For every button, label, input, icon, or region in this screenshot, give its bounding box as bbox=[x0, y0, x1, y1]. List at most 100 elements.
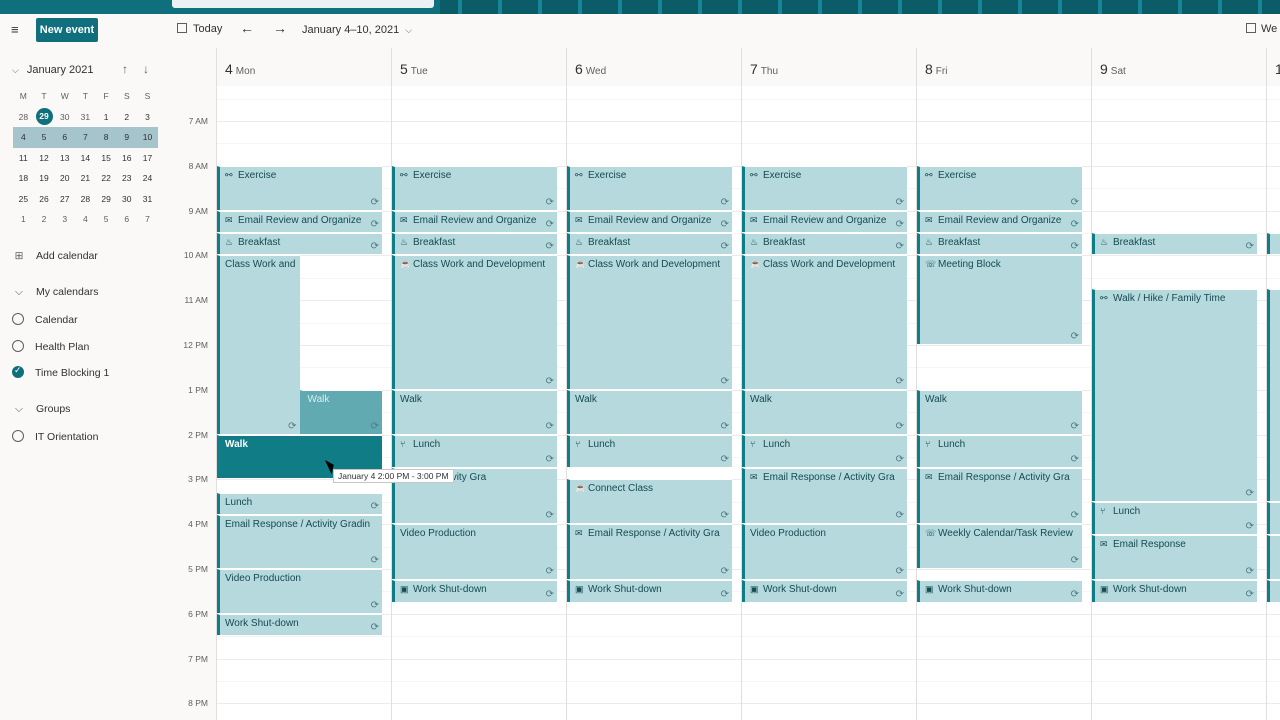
day-header[interactable]: 6 Wed bbox=[566, 48, 741, 86]
hamburger-menu-icon[interactable]: ≡ bbox=[11, 23, 23, 36]
event-email-review[interactable]: ✉ Email Review and Organize ⟳ bbox=[567, 210, 732, 232]
mini-calendar-next-icon[interactable]: ↓ bbox=[143, 62, 149, 76]
event-class-work[interactable]: ☕ Class Work and Development ⟳ bbox=[392, 255, 557, 389]
calendar-toggle-icon[interactable] bbox=[12, 313, 24, 325]
event-email-response[interactable]: ✉ Email Response / Activity Gra ⟳ bbox=[567, 524, 732, 580]
new-event-button[interactable]: New event bbox=[36, 18, 98, 42]
mini-calendar-day[interactable]: 8 bbox=[96, 132, 117, 142]
event-breakfast[interactable]: ♨ Breakfast ⟳ bbox=[217, 233, 382, 255]
mini-calendar-day[interactable]: 28 bbox=[13, 112, 34, 122]
mini-calendar-day[interactable]: 27 bbox=[54, 194, 75, 204]
mini-calendar-day[interactable]: 3 bbox=[137, 112, 158, 122]
previous-week-button[interactable]: ← bbox=[240, 20, 254, 36]
event-exercise[interactable]: ⚯ Exercise ⟳ bbox=[217, 165, 382, 210]
event-walk[interactable]: Walk ⟳ bbox=[299, 389, 382, 434]
event-block[interactable]: ⟳ bbox=[1267, 233, 1280, 255]
day-header[interactable]: 10 bbox=[1266, 48, 1280, 86]
day-header[interactable]: 8 Fri bbox=[916, 48, 1091, 86]
mini-calendar-day[interactable]: 30 bbox=[116, 194, 137, 204]
mini-calendar-day[interactable]: 31 bbox=[75, 112, 96, 122]
event-work-shutdown[interactable]: Work Shut-down ⟳ bbox=[217, 613, 382, 636]
event-work-shutdown[interactable]: ▣ Work Shut-down ⟳ bbox=[1092, 580, 1257, 602]
event-breakfast[interactable]: ♨ Breakfast ⟳ bbox=[567, 233, 732, 255]
event-video-production[interactable]: Video Production ⟳ bbox=[392, 524, 557, 580]
mini-calendar-day[interactable]: 11 bbox=[13, 153, 34, 163]
group-item-it-orientation[interactable]: IT Orientation bbox=[12, 430, 98, 443]
mini-calendar-day[interactable]: 28 bbox=[75, 194, 96, 204]
event-email-response[interactable]: ✉ Email Response / Activity Gra ⟳ bbox=[742, 468, 907, 524]
event-exercise[interactable]: ⚯ Exercise ⟳ bbox=[917, 165, 1082, 210]
event-walk[interactable]: Walk ⟳ bbox=[917, 389, 1082, 434]
my-calendars-toggle[interactable]: ⌵ My calendars bbox=[12, 286, 98, 299]
event-video-production[interactable]: Video Production ⟳ bbox=[742, 524, 907, 580]
event-class-work[interactable]: ☕ Class Work and Development ⟳ bbox=[567, 255, 732, 389]
chevron-down-icon[interactable]: ⌵ bbox=[12, 65, 19, 75]
mini-calendar-day[interactable]: 1 bbox=[96, 112, 117, 122]
mini-calendar-day[interactable]: 4 bbox=[13, 132, 34, 142]
mini-calendar-day[interactable]: 1 bbox=[13, 214, 34, 224]
event-work-shutdown[interactable]: ▣ Work Shut-down ⟳ bbox=[567, 580, 732, 602]
mini-calendar-day[interactable]: 6 bbox=[54, 132, 75, 142]
event-email-review[interactable]: ✉ Email Review and Organize ⟳ bbox=[917, 210, 1082, 232]
mini-calendar-day[interactable]: 25 bbox=[13, 194, 34, 204]
event-lunch[interactable]: ⑂ Lunch ⟳ bbox=[917, 434, 1082, 468]
mini-calendar-day[interactable]: 17 bbox=[137, 153, 158, 163]
mini-calendar-day[interactable]: 29 bbox=[34, 108, 55, 126]
event-work-shutdown[interactable]: ▣ Work Shut-down ⟳ bbox=[742, 580, 907, 602]
day-header[interactable]: 5 Tue bbox=[391, 48, 566, 86]
mini-calendar-prev-icon[interactable]: ↑ bbox=[122, 62, 128, 76]
event-block[interactable]: ⟳ bbox=[1267, 289, 1280, 501]
mini-calendar-day[interactable]: 12 bbox=[34, 153, 55, 163]
mini-calendar-day[interactable]: 14 bbox=[75, 153, 96, 163]
mini-calendar-day[interactable]: 24 bbox=[137, 173, 158, 183]
event-walk[interactable]: Walk ⟳ bbox=[742, 389, 907, 434]
event-lunch[interactable]: Lunch ⟳ bbox=[217, 492, 382, 515]
mini-calendar-day[interactable]: 13 bbox=[54, 153, 75, 163]
mini-calendar-day[interactable]: 18 bbox=[13, 173, 34, 183]
add-calendar-button[interactable]: ⊞ Add calendar bbox=[12, 250, 98, 262]
today-button[interactable]: Today bbox=[177, 23, 222, 35]
mini-calendar-day[interactable]: 2 bbox=[116, 112, 137, 122]
mini-calendar-day[interactable]: 21 bbox=[75, 173, 96, 183]
event-exercise[interactable]: ⚯ Exercise ⟳ bbox=[392, 165, 557, 210]
mini-calendar-day[interactable]: 26 bbox=[34, 194, 55, 204]
mini-calendar-day[interactable]: 9 bbox=[116, 132, 137, 142]
event-walk[interactable]: Walk ⟳ bbox=[392, 389, 557, 434]
group-toggle-icon[interactable] bbox=[12, 430, 24, 442]
mini-calendar-day[interactable]: 22 bbox=[96, 173, 117, 183]
groups-toggle[interactable]: ⌵ Groups bbox=[12, 403, 70, 416]
mini-calendar-day[interactable]: 5 bbox=[34, 132, 55, 142]
event-email-review[interactable]: ✉ Email Review and Organize ⟳ bbox=[742, 210, 907, 232]
calendar-item-health-plan[interactable]: Health Plan bbox=[12, 340, 89, 353]
calendar-item-time-blocking[interactable]: Time Blocking 1 bbox=[12, 365, 109, 379]
event-lunch[interactable]: ⑂ Lunch ⟳ bbox=[1092, 501, 1257, 535]
event-work-shutdown[interactable]: ▣ Work Shut-down ⟳ bbox=[392, 580, 557, 602]
mini-calendar-day[interactable]: 2 bbox=[34, 214, 55, 224]
event-meeting-block[interactable]: ☏ Meeting Block ⟳ bbox=[917, 255, 1082, 344]
event-exercise[interactable]: ⚯ Exercise ⟳ bbox=[567, 165, 732, 210]
mini-calendar-day[interactable]: 31 bbox=[137, 194, 158, 204]
event-connect-class[interactable]: ☕ Connect Class ⟳ bbox=[567, 479, 732, 524]
mini-calendar-day[interactable]: 15 bbox=[96, 153, 117, 163]
checkmark-icon[interactable] bbox=[12, 365, 24, 378]
event-work-shutdown[interactable]: ▣ Work Shut-down ⟳ bbox=[917, 580, 1082, 602]
search-box[interactable] bbox=[172, 0, 434, 8]
mini-calendar-day[interactable]: 19 bbox=[34, 173, 55, 183]
mini-calendar-day[interactable]: 7 bbox=[75, 132, 96, 142]
mini-calendar-day[interactable]: 10 bbox=[137, 132, 158, 142]
mini-calendar-day[interactable]: 30 bbox=[54, 112, 75, 122]
event-walk-hike[interactable]: ⚯ Walk / Hike / Family Time ⟳ bbox=[1092, 289, 1257, 501]
day-header[interactable]: 7 Thu bbox=[741, 48, 916, 86]
event-email-response-sat[interactable]: ✉ Email Response ⟳ bbox=[1092, 535, 1257, 580]
mini-calendar-day[interactable]: 23 bbox=[116, 173, 137, 183]
mini-calendar-day[interactable]: 4 bbox=[75, 214, 96, 224]
event-class-work[interactable]: ☕ Class Work and Development ⟳ bbox=[742, 255, 907, 389]
event-email-response-mon[interactable]: Email Response / Activity Gradin ⟳ bbox=[217, 515, 382, 568]
event-block[interactable]: ⟳ bbox=[1267, 501, 1280, 535]
calendar-toggle-icon[interactable] bbox=[12, 340, 24, 352]
day-header[interactable]: 4 Mon bbox=[216, 48, 391, 86]
event-video-production[interactable]: Video Production ⟳ bbox=[217, 569, 382, 613]
mini-calendar-day[interactable]: 6 bbox=[116, 214, 137, 224]
event-breakfast[interactable]: ♨ Breakfast ⟳ bbox=[742, 233, 907, 255]
next-week-button[interactable]: → bbox=[273, 20, 287, 36]
